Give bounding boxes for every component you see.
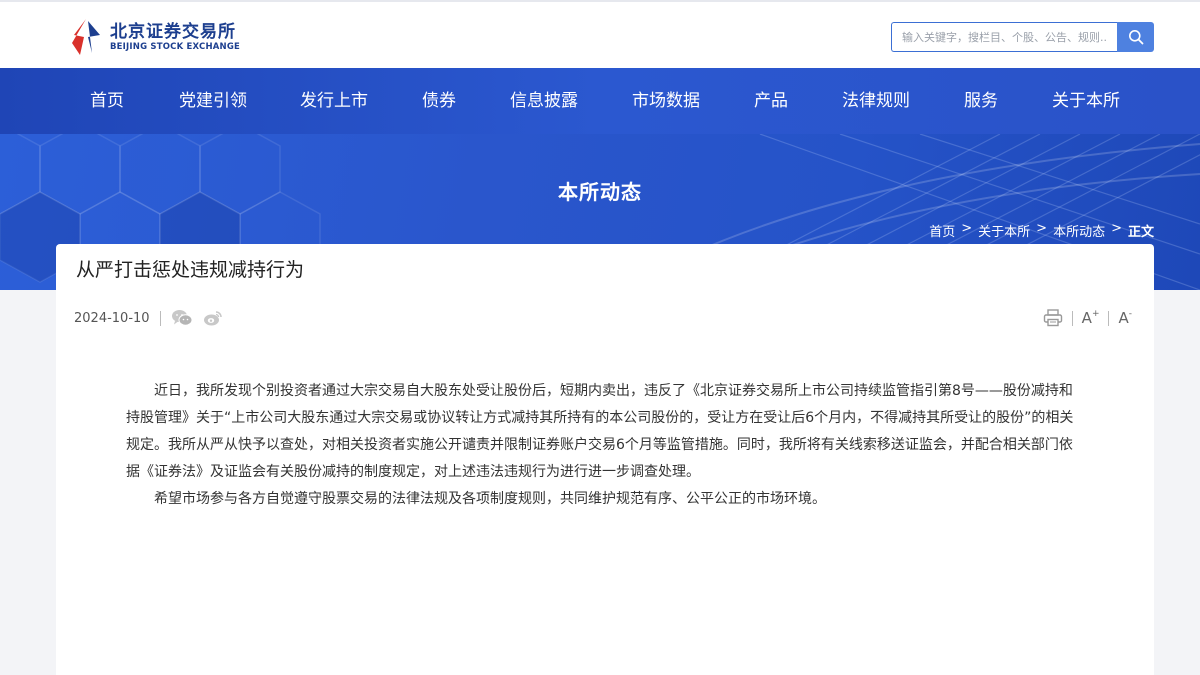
breadcrumb-home[interactable]: 首页: [929, 221, 955, 240]
article-tools: A + A-: [1043, 306, 1132, 330]
font-increase-button[interactable]: A +: [1082, 309, 1100, 327]
bse-logo-icon: [66, 17, 104, 57]
font-decrease-button[interactable]: A-: [1118, 309, 1132, 327]
article-content: 近日，我所发现个别投资者通过大宗交易自大股东处受让股份后，短期内卖出，违反了《北…: [126, 378, 1086, 513]
nav-item-party[interactable]: 党建引领: [179, 68, 247, 134]
nav-item-bonds[interactable]: 债券: [422, 68, 456, 134]
search-input[interactable]: [891, 22, 1117, 52]
nav-item-listing[interactable]: 发行上市: [300, 68, 368, 134]
font-increase-sign: +: [1091, 309, 1100, 319]
nav-item-disclosure[interactable]: 信息披露: [510, 68, 578, 134]
site-header: 北京证券交易所 BEIJING STOCK EXCHANGE: [0, 0, 1200, 68]
nav-item-services[interactable]: 服务: [964, 68, 998, 134]
breadcrumb-news[interactable]: 本所动态: [1053, 221, 1105, 240]
article-title: 从严打击惩处违规减持行为: [76, 259, 305, 281]
logo-chinese-name: 北京证券交易所: [110, 21, 236, 42]
article-date: 2024-10-10: [74, 310, 150, 326]
breadcrumb-separator: >: [961, 221, 973, 236]
nav-item-products[interactable]: 产品: [754, 68, 788, 134]
breadcrumb-about[interactable]: 关于本所: [978, 221, 1030, 240]
search-icon: [1128, 30, 1143, 45]
nav-item-market-data[interactable]: 市场数据: [632, 68, 700, 134]
search-bar: [891, 22, 1154, 52]
weibo-icon[interactable]: [203, 309, 223, 327]
divider: [1071, 310, 1073, 326]
article-paragraph: 近日，我所发现个别投资者通过大宗交易自大股东处受让股份后，短期内卖出，违反了《北…: [126, 383, 1074, 480]
main-nav: 首页 党建引领 发行上市 债券 信息披露 市场数据 产品 法律规则 服务 关于本…: [0, 68, 1200, 134]
nav-item-about[interactable]: 关于本所: [1052, 68, 1120, 134]
site-logo[interactable]: 北京证券交易所 BEIJING STOCK EXCHANGE: [66, 15, 240, 59]
nav-item-rules[interactable]: 法律规则: [842, 68, 910, 134]
breadcrumb-separator: >: [1036, 221, 1048, 236]
nav-item-home[interactable]: 首页: [90, 68, 124, 134]
divider: [1108, 310, 1110, 326]
breadcrumb-current: 正文: [1127, 225, 1154, 240]
article-paragraph: 希望市场参与各方自觉遵守股票交易的法律法规及各项制度规则，共同维护规范有序、公平…: [154, 491, 826, 507]
article-header: 从严打击惩处违规减持行为: [56, 244, 1154, 290]
breadcrumb-separator: >: [1111, 221, 1122, 236]
page-section-title: 本所动态: [558, 180, 642, 204]
divider: [159, 310, 161, 326]
logo-english-name: BEIJING STOCK EXCHANGE: [110, 41, 241, 52]
search-button[interactable]: [1117, 22, 1154, 52]
breadcrumb: 首页 > 关于本所 > 本所动态 > 正文: [929, 221, 1154, 240]
print-icon[interactable]: [1043, 309, 1063, 327]
wechat-icon[interactable]: [171, 309, 193, 327]
font-decrease-sign: -: [1128, 309, 1132, 319]
font-decrease-label: A: [1118, 309, 1129, 327]
article-body: 2024-10-10 A + A - 近日，我所发现个别投资者通过大宗交易自大股…: [56, 290, 1154, 675]
article-meta: 2024-10-10: [74, 308, 233, 328]
font-increase-label: A: [1081, 309, 1092, 327]
